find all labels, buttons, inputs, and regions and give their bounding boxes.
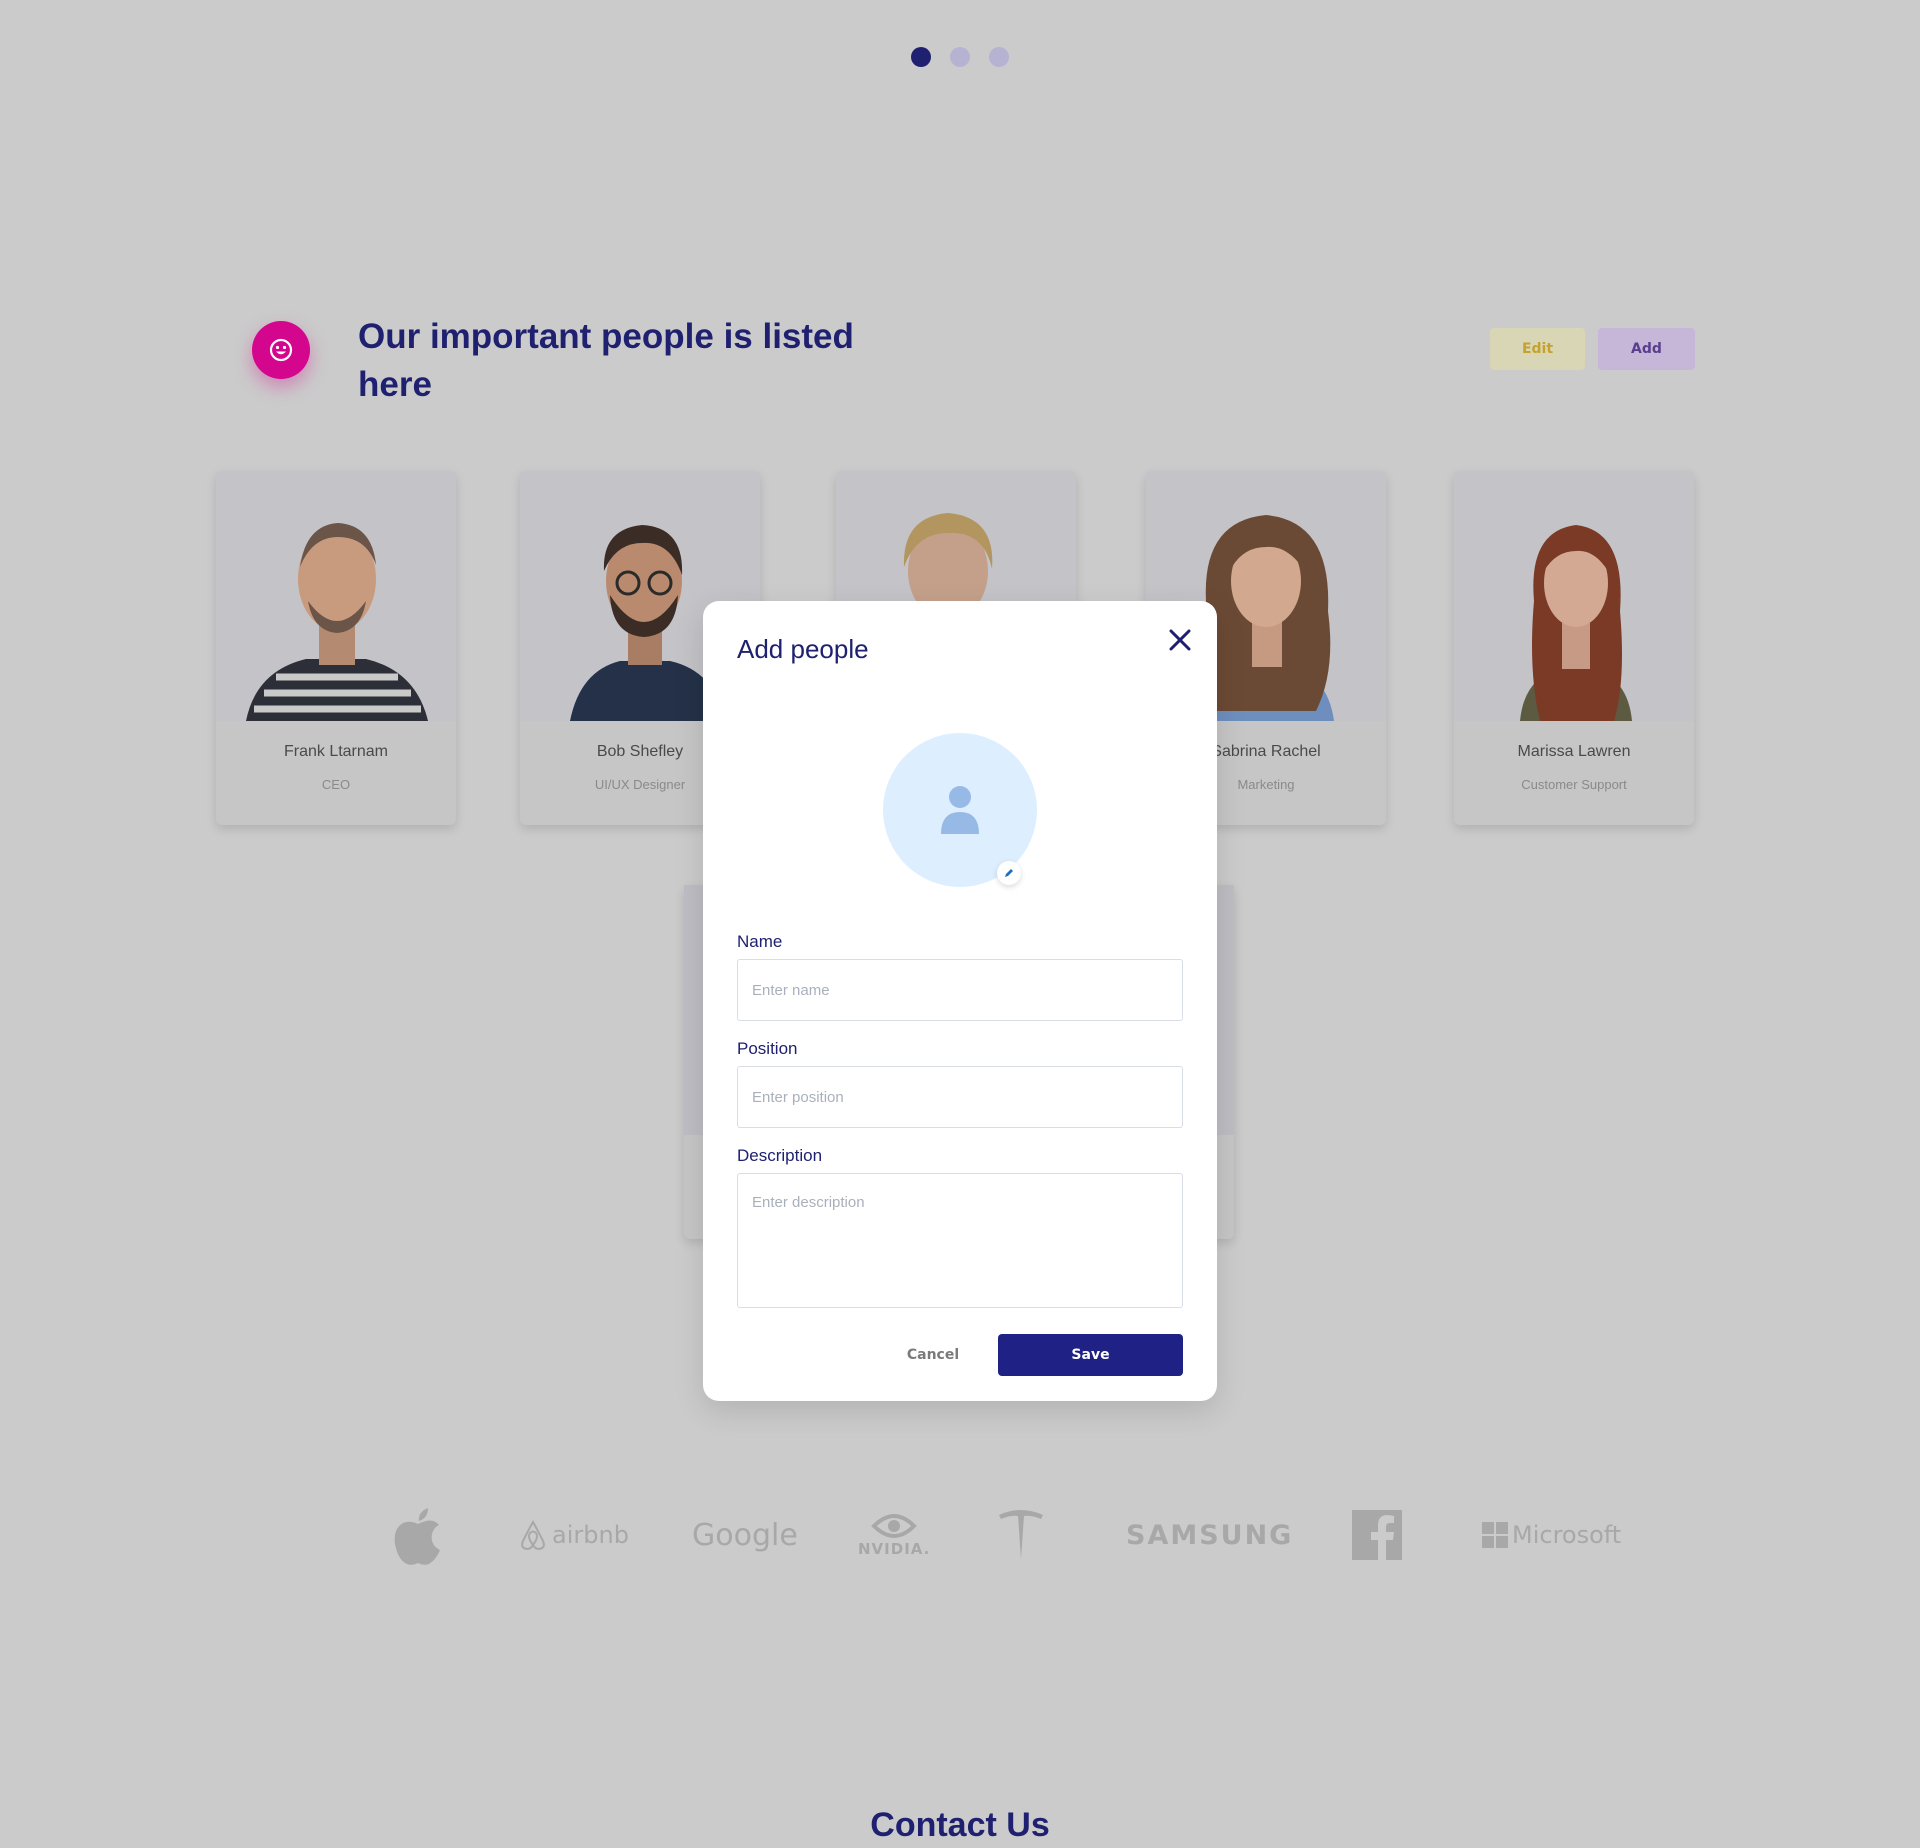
position-input[interactable] [737,1066,1183,1128]
page: Our important people is listed here Edit… [0,0,1920,1844]
logo-text: NVIDIA. [858,1540,931,1558]
close-button[interactable] [1165,625,1195,655]
modal-title: Add people [737,634,869,664]
avatar-upload[interactable] [883,733,1037,887]
section-title: Our important people is listed here [358,317,854,404]
airbnb-logo: airbnb [518,1500,629,1570]
logo-text: Microsoft [1512,1521,1622,1549]
carousel-dot-3[interactable] [989,47,1009,67]
person-role: Customer Support [1521,777,1627,792]
position-label: Position [737,1039,798,1058]
smile-badge [252,321,310,379]
person-card[interactable]: Marissa Lawren Customer Support [1454,471,1694,825]
edit-button[interactable]: Edit [1490,328,1585,370]
facebook-logo-icon [1352,1500,1402,1570]
carousel-dot-2[interactable] [950,47,970,67]
name-input[interactable] [737,959,1183,1021]
logo-text: Google [692,1517,798,1553]
person-name: Marissa Lawren [1517,743,1631,760]
smile-icon [269,338,293,362]
contact-title: Contact Us [870,1806,1050,1844]
user-icon [941,786,979,834]
add-button[interactable]: Add [1598,328,1695,370]
apple-logo-icon [392,1500,444,1570]
microsoft-logo: Microsoft [1482,1500,1621,1570]
person-photo [1454,471,1694,721]
microsoft-windows-icon [1482,1522,1508,1548]
description-label: Description [737,1146,823,1165]
name-label: Name [737,932,783,951]
close-icon [1169,629,1191,651]
carousel-dots [0,47,1920,67]
partner-logos: airbnb Google NVIDIA. SAMSUNG Microsoft [0,1500,1920,1570]
person-role: CEO [321,777,351,792]
person-card[interactable]: Frank Ltarnam CEO [216,471,456,825]
person-name: Frank Ltarnam [283,743,389,760]
nvidia-eye-icon [871,1514,918,1538]
logo-text: SAMSUNG [1126,1519,1294,1551]
nvidia-logo: NVIDIA. [858,1500,930,1570]
tesla-logo-icon [996,1500,1046,1570]
samsung-logo: SAMSUNG [1126,1500,1293,1570]
pencil-icon [1005,869,1013,877]
description-textarea[interactable] [737,1173,1183,1308]
carousel-dot-1[interactable] [911,47,931,67]
google-logo: Google [692,1500,798,1570]
add-people-modal: Add people Name Position Descripti [703,601,1217,1401]
logo-text: airbnb [552,1521,629,1549]
save-button[interactable]: Save [998,1334,1183,1376]
person-photo [216,471,456,721]
avatar-edit-button[interactable] [997,861,1021,885]
cancel-button[interactable]: Cancel [873,1334,993,1376]
airbnb-icon [521,1519,545,1551]
